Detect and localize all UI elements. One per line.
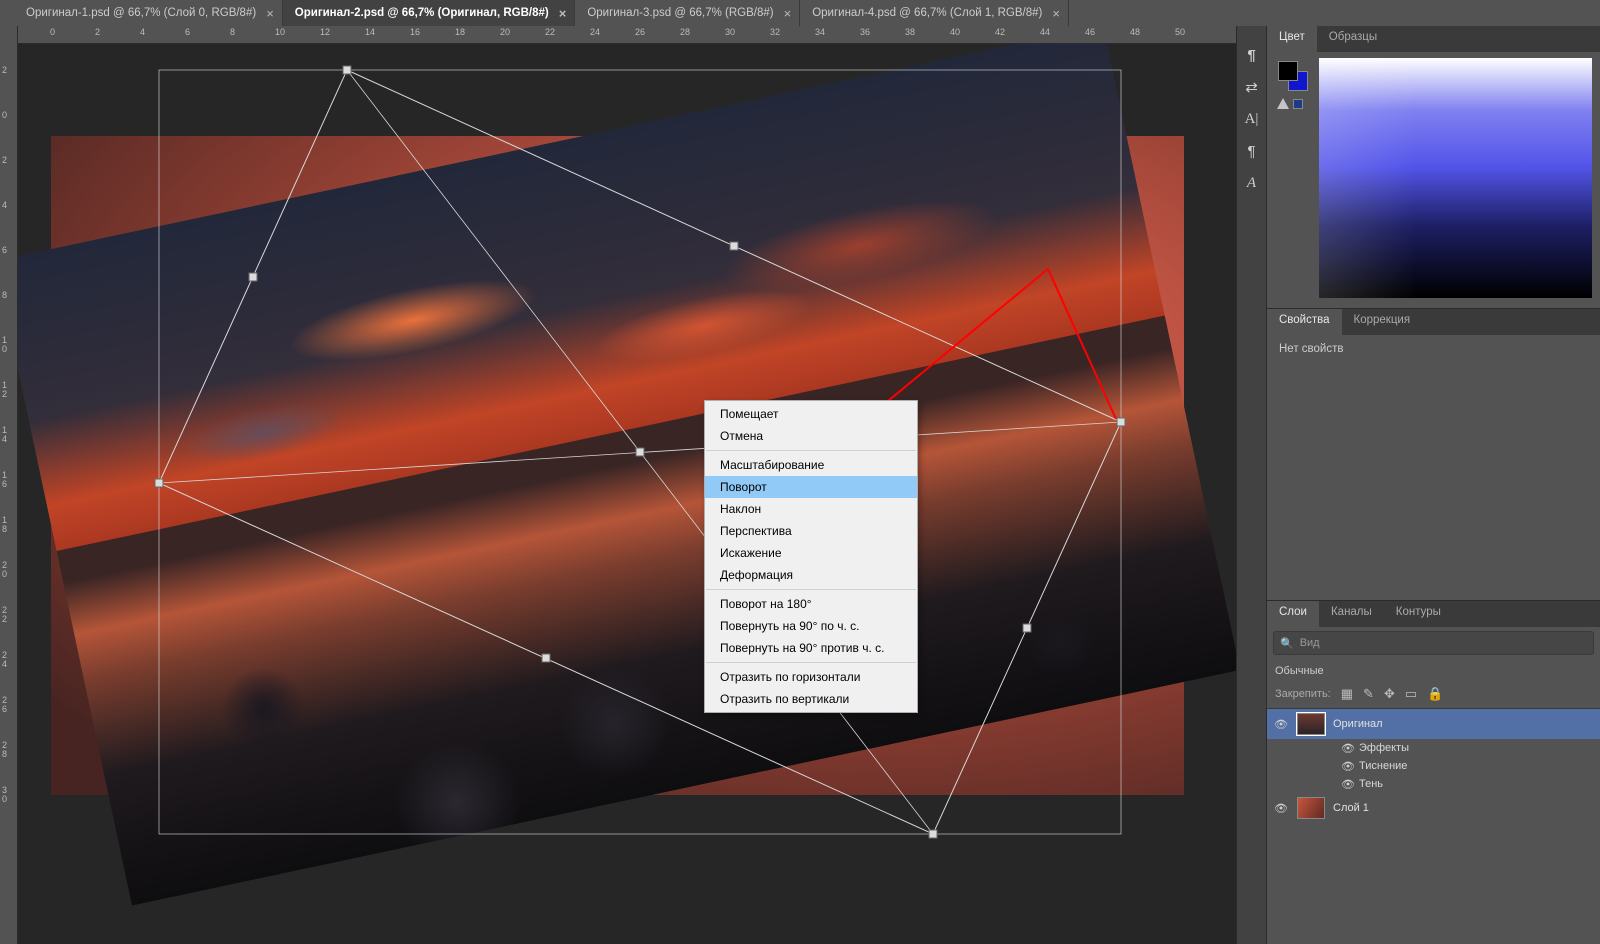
- separator: [706, 450, 916, 451]
- layers-panel-tabs: Слои Каналы Контуры: [1267, 601, 1600, 627]
- color-picker[interactable]: [1319, 58, 1592, 298]
- lock-row: Закрепить: ▦ ✎ ✥ ▭ 🔒: [1267, 683, 1600, 705]
- menu-item-scale[interactable]: Масштабирование: [705, 454, 917, 476]
- panel-dock: ¶ ⇄ A| ¶ A: [1236, 26, 1266, 944]
- document-tabs: Оригинал-1.psd @ 66,7% (Слой 0, RGB/8#)×…: [0, 0, 1600, 26]
- document-tab[interactable]: Оригинал-1.psd @ 66,7% (Слой 0, RGB/8#)×: [14, 0, 283, 26]
- tab-channels[interactable]: Каналы: [1319, 601, 1384, 627]
- character-styles-icon[interactable]: ⇄: [1243, 78, 1261, 96]
- close-icon[interactable]: ×: [784, 6, 792, 21]
- paragraph-icon[interactable]: ¶: [1243, 142, 1261, 160]
- fg-color-swatch[interactable]: [1278, 61, 1298, 81]
- lock-label: Закрепить:: [1275, 688, 1331, 700]
- layer-item[interactable]: 👁 Слой 1: [1267, 793, 1600, 823]
- tab-paths[interactable]: Контуры: [1384, 601, 1453, 627]
- ruler-horizontal[interactable]: 0246810121416182022242628303234363840424…: [18, 26, 1236, 44]
- layer-name[interactable]: Слой 1: [1333, 802, 1369, 814]
- tab-layers[interactable]: Слои: [1267, 601, 1319, 627]
- paragraph-styles-icon[interactable]: ¶: [1243, 46, 1261, 64]
- menu-item-rotate-180[interactable]: Поворот на 180°: [705, 593, 917, 615]
- layer-item[interactable]: 👁 Оригинал: [1267, 709, 1600, 739]
- visibility-toggle[interactable]: 👁: [1341, 742, 1353, 755]
- menu-item-cancel[interactable]: Отмена: [705, 425, 917, 447]
- close-icon[interactable]: ×: [559, 6, 567, 21]
- menu-item-place[interactable]: Помещает: [705, 403, 917, 425]
- layer-effect-item[interactable]: 👁 Тень: [1267, 775, 1600, 793]
- close-icon[interactable]: ×: [1052, 6, 1060, 21]
- visibility-toggle[interactable]: 👁: [1341, 760, 1353, 773]
- canvas-background: [51, 136, 1184, 795]
- menu-item-flip-h[interactable]: Отразить по горизонтали: [705, 666, 917, 688]
- right-panels: Цвет Образцы Свойства Коррекция: [1266, 26, 1600, 944]
- character-icon[interactable]: A|: [1243, 110, 1261, 128]
- web-safe-swatch[interactable]: [1293, 99, 1303, 109]
- separator: [706, 662, 916, 663]
- lock-brush-icon[interactable]: ✎: [1363, 686, 1374, 702]
- lock-all-icon[interactable]: 🔒: [1427, 686, 1443, 702]
- glyphs-icon[interactable]: A: [1243, 174, 1261, 192]
- fg-bg-swatches[interactable]: [1275, 58, 1309, 300]
- close-icon[interactable]: ×: [266, 6, 274, 21]
- document-tab[interactable]: Оригинал-2.psd @ 66,7% (Оригинал, RGB/8#…: [283, 0, 576, 26]
- menu-item-rotate-cw[interactable]: Повернуть на 90° по ч. с.: [705, 615, 917, 637]
- context-menu[interactable]: Помещает Отмена Масштабирование Поворот …: [704, 400, 918, 713]
- lock-pixels-icon[interactable]: ▦: [1341, 686, 1353, 702]
- layer-name[interactable]: Оригинал: [1333, 718, 1383, 730]
- separator: [706, 589, 916, 590]
- ruler-vertical[interactable]: 2024681012141618202224262830: [0, 26, 18, 944]
- layer-thumbnail[interactable]: [1297, 797, 1325, 819]
- canvas-viewport[interactable]: Помещает Отмена Масштабирование Поворот …: [18, 44, 1236, 944]
- menu-item-rotate-ccw[interactable]: Повернуть на 90° против ч. с.: [705, 637, 917, 659]
- search-icon: 🔍: [1280, 637, 1294, 650]
- properties-panel-tabs: Свойства Коррекция: [1267, 309, 1600, 335]
- menu-item-skew[interactable]: Наклон: [705, 498, 917, 520]
- tab-adjustments[interactable]: Коррекция: [1342, 309, 1423, 335]
- tab-properties[interactable]: Свойства: [1267, 309, 1342, 335]
- menu-item-flip-v[interactable]: Отразить по вертикали: [705, 688, 917, 710]
- document-tab[interactable]: Оригинал-3.psd @ 66,7% (RGB/8#)×: [575, 0, 800, 26]
- menu-item-distort[interactable]: Искажение: [705, 542, 917, 564]
- menu-item-perspective[interactable]: Перспектива: [705, 520, 917, 542]
- visibility-toggle[interactable]: 👁: [1273, 718, 1289, 731]
- lock-artboard-icon[interactable]: ▭: [1405, 686, 1417, 702]
- properties-body: Нет свойств: [1267, 335, 1600, 363]
- visibility-toggle[interactable]: 👁: [1273, 802, 1289, 815]
- tab-color[interactable]: Цвет: [1267, 26, 1317, 52]
- tab-swatches[interactable]: Образцы: [1317, 26, 1389, 52]
- blend-mode-select[interactable]: Обычные: [1267, 659, 1600, 683]
- filter-type-label: Вид: [1300, 637, 1320, 649]
- lock-position-icon[interactable]: ✥: [1384, 686, 1395, 702]
- gamut-warning-icon[interactable]: [1277, 98, 1289, 109]
- visibility-toggle[interactable]: 👁: [1341, 778, 1353, 791]
- layer-effect-item[interactable]: 👁 Тиснение: [1267, 757, 1600, 775]
- layer-filter[interactable]: 🔍 Вид: [1273, 631, 1594, 655]
- layer-effects-header[interactable]: 👁 Эффекты: [1267, 739, 1600, 757]
- menu-item-warp[interactable]: Деформация: [705, 564, 917, 586]
- document-tab[interactable]: Оригинал-4.psd @ 66,7% (Слой 1, RGB/8#)×: [800, 0, 1069, 26]
- color-panel-tabs: Цвет Образцы: [1267, 26, 1600, 52]
- placed-image[interactable]: [18, 44, 1236, 906]
- layer-thumbnail[interactable]: [1297, 713, 1325, 735]
- document-area: 2024681012141618202224262830 02468101214…: [0, 26, 1236, 944]
- menu-item-rotate[interactable]: Поворот: [705, 476, 917, 498]
